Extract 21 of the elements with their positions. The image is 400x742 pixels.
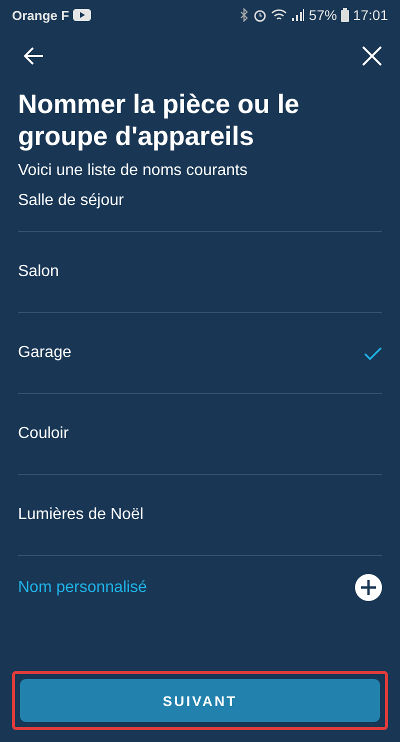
carrier-name: Orange F <box>12 8 70 22</box>
custom-name-link[interactable]: Nom personnalisé <box>18 578 147 596</box>
add-icon[interactable] <box>355 574 382 601</box>
list-item[interactable]: Couloir <box>18 394 382 475</box>
list-item[interactable]: Lumières de Noël <box>18 475 382 556</box>
list-item[interactable]: Salle de séjour <box>18 192 382 232</box>
clock-time: 17:01 <box>352 7 388 23</box>
battery-icon <box>340 8 349 22</box>
next-button[interactable]: SUIVANT <box>20 679 380 722</box>
list-item[interactable]: Garage <box>18 313 382 394</box>
list-item[interactable]: Salon <box>18 232 382 313</box>
alarm-icon <box>252 8 267 22</box>
subtitle: Voici une liste de noms courants <box>18 162 248 180</box>
signal-icon <box>290 8 305 22</box>
bluetooth-icon <box>238 8 249 22</box>
wifi-icon <box>270 8 287 22</box>
close-button[interactable] <box>362 46 382 66</box>
battery-percent: 57% <box>308 7 337 23</box>
back-button[interactable] <box>24 47 44 65</box>
video-icon <box>73 9 92 21</box>
page-title: Nommer la pièce ou le groupe d'appareils <box>18 88 300 152</box>
